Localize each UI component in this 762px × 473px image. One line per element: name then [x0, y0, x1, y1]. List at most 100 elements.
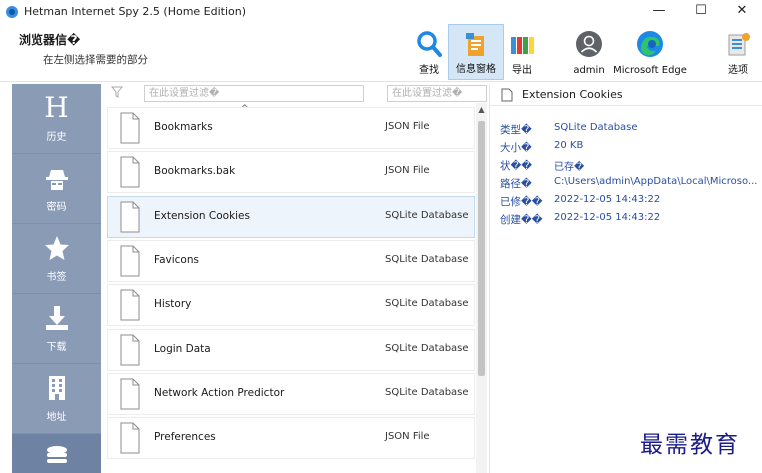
export-icon: [511, 37, 534, 54]
type-filter-input[interactable]: 在此设置过滤�: [387, 85, 487, 102]
detail-value: C:\Users\admin\AppData\Local\Microso...: [554, 176, 758, 187]
window-title: Hetman Internet Spy 2.5 (Home Edition): [24, 5, 247, 18]
sidebar-item-database[interactable]: [12, 434, 101, 473]
info-pane-label: 信息窗格: [456, 64, 496, 75]
sidebar-item-addresses[interactable]: 地址: [12, 364, 101, 434]
edge-browser-icon: [637, 31, 663, 57]
browser-button[interactable]: Microsoft Edge: [612, 24, 688, 80]
file-name: Network Action Predictor: [154, 386, 285, 399]
file-name: Login Data: [154, 342, 211, 355]
document-icon: [120, 378, 140, 410]
file-name: Bookmarks: [154, 121, 213, 133]
maximize-button[interactable]: ☐: [686, 2, 716, 22]
options-button[interactable]: 选项: [722, 24, 754, 80]
detail-key: 类型�: [500, 124, 532, 136]
close-button[interactable]: ✕: [727, 2, 757, 22]
list-item[interactable]: Preferences JSON File: [107, 417, 475, 460]
watermark-text: 最需教育: [640, 432, 740, 458]
database-icon: [46, 446, 67, 463]
scroll-up-icon[interactable]: ▲: [476, 105, 487, 114]
detail-value: 20 KB: [554, 140, 584, 151]
export-label: 导出: [512, 65, 532, 76]
document-icon: [120, 289, 140, 321]
document-icon: [120, 201, 140, 233]
list-item[interactable]: Network Action Predictor SQLite Database: [107, 372, 475, 415]
detail-key: 大小�: [500, 142, 532, 154]
scrollbar-thumb[interactable]: [478, 121, 485, 376]
file-type: SQLite Database: [385, 298, 469, 310]
detail-value: 2022-12-05 14:43:22: [554, 212, 661, 223]
page-title: 浏览器信�: [19, 33, 81, 47]
file-name: Favicons: [154, 253, 199, 266]
header: 浏览器信� 在左侧选择需要的部分 查找 信息窗格 导出 admin Micros…: [0, 24, 762, 82]
file-type: JSON File: [385, 121, 430, 132]
name-filter-input[interactable]: 在此设置过滤�: [144, 85, 364, 102]
detail-value: 已存�: [554, 162, 585, 173]
detail-value: 2022-12-05 14:43:22: [554, 194, 661, 205]
document-icon: [120, 245, 140, 277]
vertical-scrollbar[interactable]: ▲: [476, 103, 487, 473]
page-subtitle: 在左侧选择需要的部分: [43, 54, 148, 66]
info-pane-icon: [466, 33, 484, 56]
minimize-button[interactable]: —: [644, 2, 674, 22]
sidebar-item-label: 地址: [46, 412, 67, 423]
document-icon: [120, 156, 140, 188]
sidebar-item-label: 下载: [46, 342, 67, 353]
list-item[interactable]: Bookmarks.bak JSON File: [107, 151, 475, 194]
title-bar: Hetman Internet Spy 2.5 (Home Edition) —…: [0, 0, 762, 24]
export-button[interactable]: 导出: [506, 24, 538, 80]
building-icon: [48, 376, 65, 400]
file-name: History: [154, 298, 192, 311]
file-icon: [501, 88, 513, 102]
detail-key: 路径�: [500, 178, 532, 190]
detail-value: SQLite Database: [554, 122, 638, 133]
sidebar-item-passwords[interactable]: 密码: [12, 154, 101, 224]
sidebar-item-history[interactable]: H 历史: [12, 84, 101, 154]
app-icon: [6, 6, 18, 18]
file-name: Extension Cookies: [154, 209, 250, 222]
file-list-pane: 在此设置过滤� 在此设置过滤� ^ 名称 类型 BookmarksJSON Fi…: [101, 84, 489, 473]
sidebar-item-downloads[interactable]: 下载: [12, 294, 101, 364]
sidebar-item-label: 密码: [46, 202, 67, 213]
detail-key: 已修��: [500, 196, 543, 208]
file-type: SQLite Database: [385, 253, 469, 265]
list-item[interactable]: History SQLite Database: [107, 284, 475, 327]
browser-label: Microsoft Edge: [613, 65, 687, 76]
user-button[interactable]: admin: [570, 24, 608, 80]
document-icon: [120, 112, 140, 144]
document-icon: [120, 422, 140, 454]
find-button[interactable]: 查找: [412, 24, 446, 80]
detail-key: 创建��: [500, 214, 543, 226]
file-type: SQLite Database: [385, 342, 469, 354]
details-title: Extension Cookies: [522, 88, 623, 101]
list-item[interactable]: Extension Cookies SQLite Database: [107, 195, 475, 238]
options-label: 选项: [728, 65, 748, 76]
file-type: SQLite Database: [385, 209, 469, 221]
search-icon: [417, 31, 442, 57]
user-avatar-icon: [576, 31, 602, 57]
file-name: Preferences: [154, 431, 216, 444]
spy-icon: [45, 170, 68, 190]
download-icon: [45, 306, 68, 330]
detail-key: 状��: [500, 160, 533, 172]
list-item[interactable]: Login Data SQLite Database: [107, 328, 475, 371]
details-header: Extension Cookies: [490, 84, 762, 106]
history-icon: H: [44, 91, 69, 124]
file-type: SQLite Database: [385, 386, 469, 398]
list-item[interactable]: Favicons SQLite Database: [107, 239, 475, 282]
list-item[interactable]: Bookmarks JSON File: [107, 107, 475, 149]
file-type: JSON File: [385, 431, 430, 443]
file-type: JSON File: [385, 165, 430, 177]
find-label: 查找: [419, 65, 439, 76]
sidebar-item-bookmarks[interactable]: 书签: [12, 224, 101, 294]
file-name: Bookmarks.bak: [154, 165, 236, 178]
sidebar-item-label: 书签: [46, 272, 67, 283]
details-pane: Extension Cookies 类型� SQLite Database 大小� 2…: [489, 84, 762, 473]
info-pane-button[interactable]: 信息窗格: [448, 24, 504, 80]
star-icon: [44, 236, 69, 260]
filter-icon: [111, 86, 123, 98]
sidebar-item-label: 历史: [46, 132, 67, 143]
document-icon: [120, 334, 140, 365]
options-icon: [728, 33, 750, 56]
sidebar: H 历史 密码 书签 下载 地址: [12, 84, 101, 473]
